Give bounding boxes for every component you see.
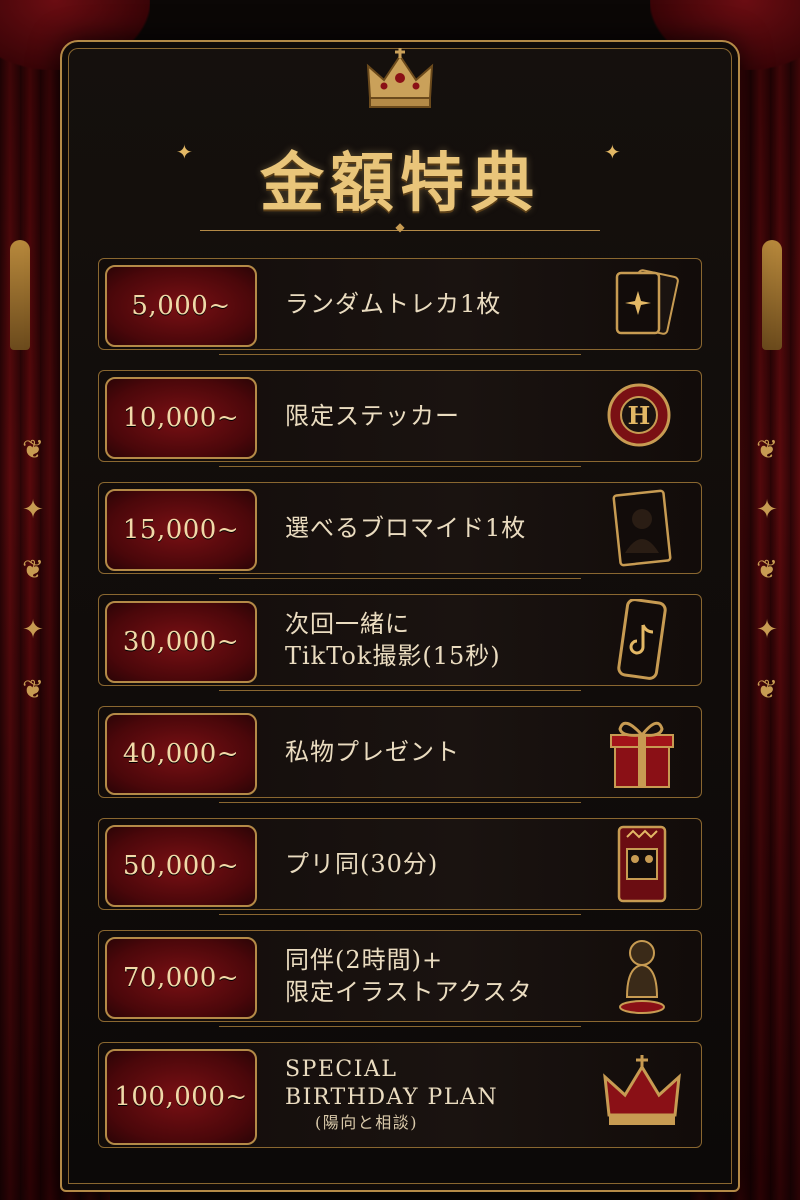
tier-row: 40,000~ 私物プレゼント [98,706,702,803]
tier-amount: 70,000~ [105,937,257,1019]
tier-amount: 5,000~ [105,265,257,347]
tier-benefit: SPECIAL BIRTHDAY PLAN (陽向と相談) [285,1057,499,1132]
tier-amount: 30,000~ [105,601,257,683]
tassel-right [762,240,782,350]
tiktok-phone-icon [597,598,687,681]
bromide-photo-icon [597,487,687,569]
gift-box-icon [597,711,687,793]
tier-amount: 15,000~ [105,489,257,571]
trading-cards-icon [597,263,687,345]
acrylic-stand-icon [597,935,687,1017]
crown-icon [597,1053,687,1135]
sticker-icon: H [597,375,687,457]
tier-row: 30,000~ 次回一緒に TikTok撮影(15秒) [98,594,702,691]
tier-benefit: 次回一緒に TikTok撮影(15秒) [285,610,501,670]
tier-row: 100,000~ SPECIAL BIRTHDAY PLAN (陽向と相談) [98,1042,702,1148]
tier-row: 10,000~ 限定ステッカー H [98,370,702,467]
tier-row: 50,000~ プリ同(30分) [98,818,702,915]
sparkle-icon: ✦ [176,140,193,164]
svg-text:H: H [628,401,651,430]
tier-row: 5,000~ ランダムトレカ1枚 [98,258,702,355]
tier-benefit: プリ同(30分) [285,850,439,878]
tier-amount: 50,000~ [105,825,257,907]
side-ornament-left: ❦ ✦ ❦ ✦ ❦ [22,435,44,705]
tassel-left [10,240,30,350]
tier-benefit: ランダムトレカ1枚 [285,290,502,318]
tier-amount: 40,000~ [105,713,257,795]
title-flourish [200,210,600,231]
tier-benefit: 私物プレゼント [285,738,460,766]
tier-row: 15,000~ 選べるブロマイド1枚 [98,482,702,579]
sparkle-icon: ✦ [604,140,621,164]
tier-amount: 100,000~ [105,1049,257,1145]
tier-amount: 10,000~ [105,377,257,459]
crown-icon [364,48,436,112]
tier-row: 70,000~ 同伴(2時間)+ 限定イラストアクスタ [98,930,702,1027]
tier-benefit: 限定ステッカー [285,402,460,430]
photo-booth-card-icon [597,823,687,905]
side-ornament-right: ❦ ✦ ❦ ✦ ❦ [756,435,778,705]
tier-benefit: 同伴(2時間)+ 限定イラストアクスタ [285,946,533,1006]
tier-benefit: 選べるブロマイド1枚 [285,514,527,542]
